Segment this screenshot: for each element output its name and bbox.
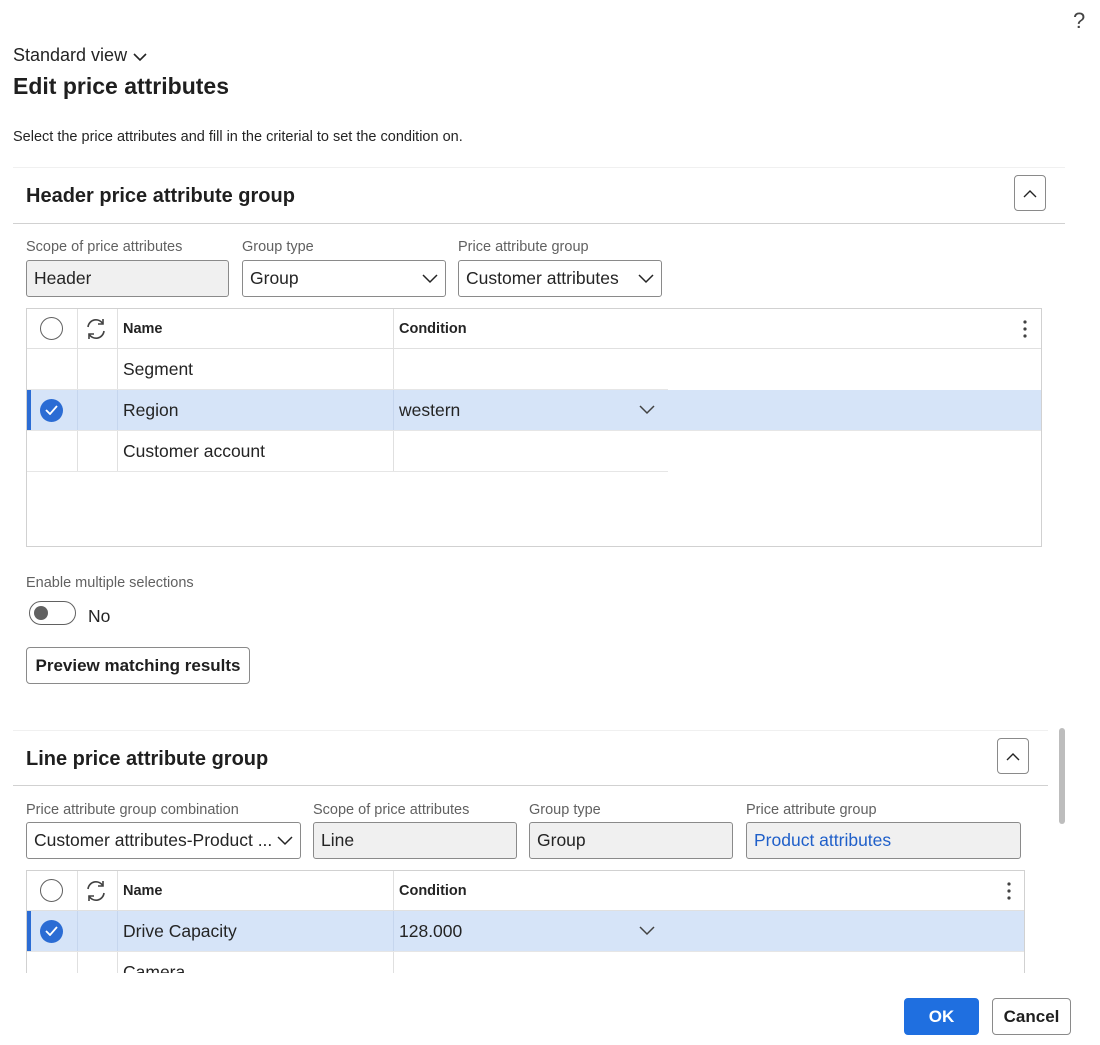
- row-condition-dropdown[interactable]: 128.000: [399, 911, 667, 951]
- vertical-scrollbar[interactable]: [1059, 728, 1065, 824]
- table-row[interactable]: Customer account: [27, 431, 668, 472]
- header-scope-field: Header: [26, 260, 229, 297]
- column-header-condition[interactable]: Condition: [399, 309, 467, 348]
- chevron-down-icon: [639, 926, 655, 936]
- chevron-down-icon: [277, 835, 293, 845]
- header-price-group-value: Customer attributes: [466, 268, 619, 288]
- select-all-radio[interactable]: [40, 317, 63, 340]
- line-price-attribute-group-field[interactable]: Product attributes: [746, 822, 1021, 859]
- select-all-radio[interactable]: [40, 879, 63, 902]
- selection-indicator: [27, 390, 31, 430]
- row-condition-dropdown[interactable]: western: [399, 390, 667, 430]
- header-attributes-grid: Name Condition Segment Region western Cu…: [26, 308, 1042, 547]
- header-group-type-dropdown[interactable]: Group: [242, 260, 446, 297]
- group-type-label: Group type: [529, 802, 601, 818]
- combination-label: Price attribute group combination: [26, 802, 239, 818]
- section-divider: [13, 223, 1065, 224]
- table-row-selected[interactable]: Region western: [27, 390, 1041, 431]
- group-combination-value: Customer attributes-Product ...: [34, 830, 273, 850]
- view-selector[interactable]: Standard view: [13, 45, 147, 66]
- help-icon[interactable]: ?: [1073, 8, 1085, 34]
- line-attributes-grid: Name Condition Drive Capacity 128.000 Ca…: [26, 870, 1025, 973]
- product-attributes-link[interactable]: Product attributes: [754, 830, 891, 851]
- collapse-header-section-button[interactable]: [1014, 175, 1046, 211]
- table-row[interactable]: Segment: [27, 349, 668, 390]
- multi-select-toggle[interactable]: [29, 601, 76, 625]
- refresh-icon[interactable]: [84, 317, 108, 341]
- content-scroll-area[interactable]: Header price attribute group Scope of pr…: [0, 160, 1100, 973]
- table-row-selected[interactable]: Drive Capacity 128.000: [27, 911, 1024, 952]
- view-selector-label: Standard view: [13, 45, 128, 65]
- line-scope-value: Line: [321, 830, 355, 850]
- header-section-title: Header price attribute group: [26, 185, 295, 207]
- chevron-down-icon: [639, 405, 655, 415]
- line-scope-field: Line: [313, 822, 517, 859]
- table-row[interactable]: Camera: [27, 952, 668, 973]
- row-name: Drive Capacity: [123, 920, 237, 941]
- line-section-title: Line price attribute group: [26, 748, 269, 770]
- multi-select-label: Enable multiple selections: [26, 575, 194, 591]
- price-attribute-group-label: Price attribute group: [458, 239, 589, 255]
- row-name: Region: [123, 399, 179, 420]
- row-condition-value: 128.000: [399, 920, 463, 941]
- chevron-down-icon: [422, 273, 438, 283]
- more-options-icon[interactable]: [1023, 309, 1027, 348]
- header-price-attribute-group-dropdown[interactable]: Customer attributes: [458, 260, 662, 297]
- selection-indicator: [27, 911, 31, 951]
- chevron-up-icon: [1006, 752, 1020, 760]
- section-divider-top: [13, 167, 1065, 168]
- ok-button[interactable]: OK: [904, 998, 979, 1035]
- row-checked-icon[interactable]: [40, 919, 63, 943]
- group-combination-dropdown[interactable]: Customer attributes-Product ...: [26, 822, 301, 859]
- header-scope-value: Header: [34, 268, 92, 288]
- row-checked-icon[interactable]: [40, 398, 63, 422]
- page-description: Select the price attributes and fill in …: [13, 129, 463, 145]
- preview-matching-results-button[interactable]: Preview matching results: [26, 647, 250, 684]
- section-divider-top: [13, 730, 1048, 731]
- grid-header-row: Name Condition: [27, 871, 1024, 911]
- chevron-down-icon: [133, 52, 147, 61]
- line-group-type-field: Group: [529, 822, 733, 859]
- chevron-down-icon: [638, 273, 654, 283]
- line-group-type-value: Group: [537, 830, 586, 850]
- section-divider: [13, 785, 1048, 786]
- price-attribute-group-label: Price attribute group: [746, 802, 877, 818]
- column-header-name[interactable]: Name: [123, 309, 163, 348]
- multi-select-value: No: [88, 606, 111, 626]
- column-header-condition[interactable]: Condition: [399, 871, 467, 910]
- scope-label: Scope of price attributes: [313, 802, 470, 818]
- header-group-type-value: Group: [250, 268, 299, 288]
- cancel-button[interactable]: Cancel: [992, 998, 1071, 1035]
- more-options-icon[interactable]: [1007, 871, 1011, 910]
- refresh-icon[interactable]: [84, 879, 108, 903]
- row-condition-value: western: [399, 399, 461, 420]
- row-name: Camera: [123, 962, 186, 973]
- chevron-up-icon: [1023, 189, 1037, 197]
- page-title: Edit price attributes: [13, 73, 229, 99]
- group-type-label: Group type: [242, 239, 314, 255]
- collapse-line-section-button[interactable]: [997, 738, 1029, 774]
- grid-header-row: Name Condition: [27, 309, 1041, 349]
- row-name: Customer account: [123, 440, 266, 461]
- row-name: Segment: [123, 358, 194, 379]
- column-header-name[interactable]: Name: [123, 871, 163, 910]
- scope-label: Scope of price attributes: [26, 239, 183, 255]
